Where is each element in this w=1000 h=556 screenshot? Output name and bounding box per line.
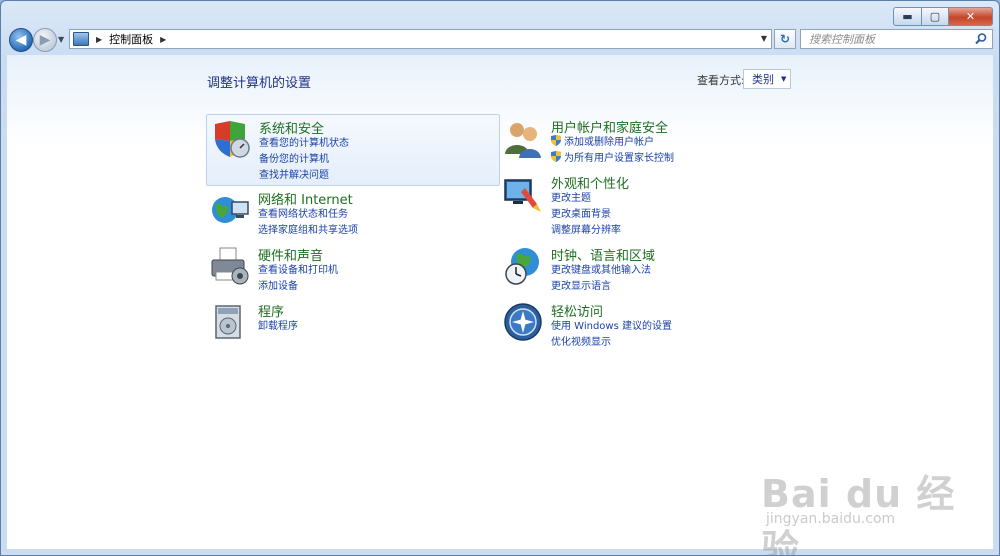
uac-shield-icon bbox=[551, 151, 561, 162]
link-change-background[interactable]: 更改桌面背景 bbox=[551, 205, 611, 220]
link-change-input-method[interactable]: 更改键盘或其他输入法 bbox=[551, 261, 651, 276]
view-by-dropdown[interactable]: 类别 ▼ bbox=[743, 69, 791, 89]
category-ease-of-access[interactable]: 轻松访问 使用 Windows 建议的设置 优化视频显示 bbox=[499, 298, 799, 350]
navigation-bar: ◀ ▶ ▼ ▶ 控制面板 ▶ ▼ ↻ 搜索控制面板 bbox=[1, 25, 999, 53]
link-homegroup-sharing[interactable]: 选择家庭组和共享选项 bbox=[258, 221, 358, 236]
window-controls: ▬ ▢ ✕ bbox=[893, 7, 993, 26]
recent-pages-dropdown-icon[interactable]: ▼ bbox=[58, 35, 64, 44]
forward-button[interactable]: ▶ bbox=[33, 28, 57, 52]
printer-icon bbox=[211, 247, 249, 285]
breadcrumb-control-panel[interactable]: 控制面板 bbox=[109, 31, 153, 47]
title-bar: ▬ ▢ ✕ bbox=[1, 1, 999, 26]
programs-icon bbox=[215, 305, 241, 339]
link-backup-computer[interactable]: 备份您的计算机 bbox=[259, 150, 329, 165]
link-screen-resolution[interactable]: 调整屏幕分辨率 bbox=[551, 221, 621, 236]
appearance-icon bbox=[504, 179, 541, 212]
address-bar[interactable]: ▶ 控制面板 ▶ ▼ bbox=[69, 29, 772, 49]
minimize-button[interactable]: ▬ bbox=[893, 7, 922, 26]
view-by-label: 查看方式: bbox=[697, 74, 745, 87]
category-system-security[interactable]: 系统和安全 查看您的计算机状态 备份您的计算机 查找并解决问题 bbox=[206, 114, 500, 186]
control-panel-icon bbox=[73, 32, 89, 46]
watermark-brand: Bai du 经验 bbox=[761, 472, 956, 556]
control-panel-window: ▬ ▢ ✕ ◀ ▶ ▼ ▶ 控制面板 ▶ ▼ ↻ 搜索控制面板 调整计算机的设置… bbox=[0, 0, 1000, 556]
page-title: 调整计算机的设置 bbox=[207, 76, 312, 91]
link-change-display-language[interactable]: 更改显示语言 bbox=[551, 277, 611, 292]
link-troubleshoot[interactable]: 查找并解决问题 bbox=[259, 166, 329, 181]
content-area: 调整计算机的设置 查看方式: 类别 ▼ 系统和安全 查看您的计算机状态 备份您的… bbox=[7, 55, 993, 555]
category-clock-language-region[interactable]: 时钟、语言和区域 更改键盘或其他输入法 更改显示语言 bbox=[499, 242, 799, 294]
category-user-accounts[interactable]: 用户帐户和家庭安全 添加或删除用户帐户 为所有用户设置家长控制 bbox=[499, 114, 799, 174]
search-input[interactable]: 搜索控制面板 bbox=[800, 29, 993, 49]
search-icon[interactable] bbox=[974, 32, 988, 46]
network-icon bbox=[212, 197, 249, 223]
link-change-theme[interactable]: 更改主题 bbox=[551, 189, 591, 204]
watermark-url: jingyan.baidu.com bbox=[766, 511, 896, 527]
link-view-computer-status[interactable]: 查看您的计算机状态 bbox=[259, 134, 349, 149]
shield-icon bbox=[215, 121, 250, 158]
category-network-internet[interactable]: 网络和 Internet 查看网络状态和任务 选择家庭组和共享选项 bbox=[206, 186, 498, 238]
link-recommended-settings[interactable]: 使用 Windows 建议的设置 bbox=[551, 317, 672, 332]
link-devices-printers[interactable]: 查看设备和打印机 bbox=[258, 261, 338, 276]
category-programs[interactable]: 程序 卸载程序 bbox=[206, 298, 498, 344]
maximize-button[interactable]: ▢ bbox=[922, 7, 949, 26]
close-button[interactable]: ✕ bbox=[949, 7, 993, 26]
category-hardware-sound[interactable]: 硬件和声音 查看设备和打印机 添加设备 bbox=[206, 242, 498, 294]
view-by-value: 类别 bbox=[752, 73, 774, 86]
chevron-down-icon: ▼ bbox=[781, 75, 787, 83]
ease-of-access-icon bbox=[504, 303, 542, 341]
address-dropdown-icon[interactable]: ▼ bbox=[761, 34, 767, 43]
category-appearance[interactable]: 外观和个性化 更改主题 更改桌面背景 调整屏幕分辨率 bbox=[499, 170, 799, 238]
link-parental-controls[interactable]: 为所有用户设置家长控制 bbox=[551, 149, 674, 164]
link-optimize-video[interactable]: 优化视频显示 bbox=[551, 333, 611, 348]
uac-shield-icon bbox=[551, 135, 561, 146]
back-button[interactable]: ◀ bbox=[9, 28, 33, 52]
search-placeholder: 搜索控制面板 bbox=[809, 33, 875, 46]
chevron-right-icon[interactable]: ▶ bbox=[96, 35, 102, 44]
refresh-button[interactable]: ↻ bbox=[774, 29, 796, 49]
chevron-right-icon[interactable]: ▶ bbox=[160, 35, 166, 44]
link-add-remove-accounts[interactable]: 添加或删除用户帐户 bbox=[551, 133, 654, 148]
link-network-status[interactable]: 查看网络状态和任务 bbox=[258, 205, 348, 220]
users-icon bbox=[505, 123, 541, 158]
link-add-device[interactable]: 添加设备 bbox=[258, 277, 298, 292]
clock-globe-icon bbox=[505, 248, 539, 285]
link-uninstall-program[interactable]: 卸载程序 bbox=[258, 317, 298, 332]
